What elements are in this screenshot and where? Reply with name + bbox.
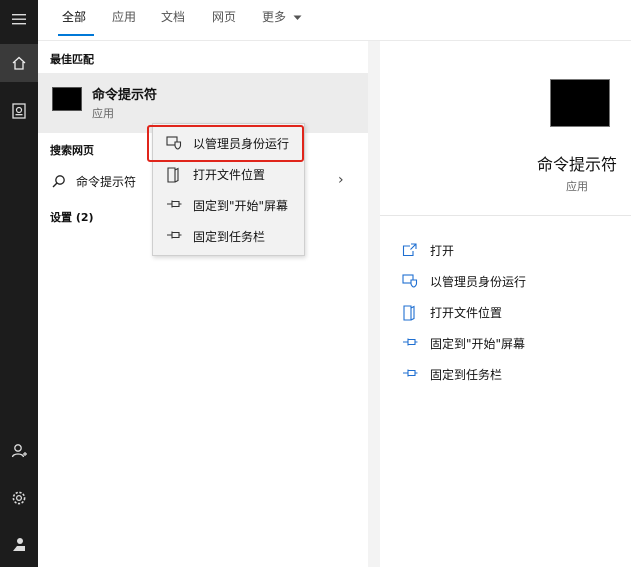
preview-title: 命令提示符 (537, 155, 618, 174)
results-pane: 最佳匹配 命令提示符 应用 搜索网页 命令提示符 › 设置 (2) (38, 41, 368, 567)
action-pin-to-taskbar[interactable]: 固定到任务栏 (380, 362, 631, 388)
account-icon[interactable] (0, 432, 38, 470)
action-pin-to-taskbar-label: 固定到任务栏 (430, 368, 503, 382)
action-open-file-location[interactable]: 打开文件位置 (380, 300, 631, 326)
home-icon[interactable] (0, 44, 38, 82)
open-icon (402, 243, 417, 257)
preview-divider (380, 215, 631, 216)
left-rail (0, 0, 38, 567)
web-heading: 搜索网页 (50, 144, 94, 157)
action-pin-to-start-label: 固定到"开始"屏幕 (430, 337, 526, 351)
highlight-annotation-box (147, 125, 304, 162)
tab-documents[interactable]: 文档 (161, 8, 185, 25)
cmd-app-icon (52, 87, 82, 111)
search-tabs: 全部 应用 文档 网页 更多 (38, 0, 631, 40)
best-match-heading: 最佳匹配 (50, 53, 94, 66)
chevron-right-icon[interactable]: › (338, 172, 344, 188)
tab-all[interactable]: 全部 (62, 8, 86, 25)
active-tab-indicator (58, 34, 94, 36)
shield-run-icon (402, 274, 418, 288)
user-avatar-icon[interactable] (0, 525, 38, 563)
tab-more[interactable]: 更多 (262, 8, 302, 25)
preview-pane: 命令提示符 应用 打开 以管理员身份运行 打开文件位置 固定到"开始"屏幕 固定… (380, 41, 631, 567)
preview-subtitle: 应用 (566, 180, 588, 193)
ctx-pin-to-start-label: 固定到"开始"屏幕 (193, 199, 289, 213)
ctx-pin-to-taskbar-label: 固定到任务栏 (193, 230, 266, 244)
cmd-app-large-icon (550, 79, 610, 127)
web-query-text: 命令提示符 (76, 175, 137, 189)
documents-icon[interactable] (0, 92, 38, 130)
ctx-open-file-location-label: 打开文件位置 (193, 168, 266, 182)
action-pin-to-start[interactable]: 固定到"开始"屏幕 (380, 331, 631, 357)
ctx-pin-to-start[interactable]: 固定到"开始"屏幕 (153, 190, 304, 220)
pane-gutter (368, 41, 380, 567)
search-icon (52, 175, 65, 188)
action-open-label: 打开 (430, 244, 455, 258)
pin-icon (167, 231, 182, 239)
pin-icon (403, 338, 418, 346)
action-open[interactable]: 打开 (380, 238, 631, 264)
chevron-down-icon (293, 15, 302, 20)
tab-web[interactable]: 网页 (212, 8, 236, 25)
ctx-open-file-location[interactable]: 打开文件位置 (153, 159, 304, 189)
best-match-title: 命令提示符 (92, 88, 158, 103)
action-open-file-location-label: 打开文件位置 (430, 306, 503, 320)
best-match-subtitle: 应用 (92, 107, 114, 120)
pin-icon (167, 200, 182, 208)
ctx-pin-to-taskbar[interactable]: 固定到任务栏 (153, 221, 304, 251)
action-run-as-admin[interactable]: 以管理员身份运行 (380, 269, 631, 295)
folder-location-icon (403, 305, 415, 321)
tab-more-label: 更多 (262, 10, 287, 24)
settings-gear-icon[interactable] (0, 479, 38, 517)
folder-location-icon (167, 167, 179, 183)
action-run-as-admin-label: 以管理员身份运行 (430, 275, 527, 289)
settings-heading[interactable]: 设置 (2) (50, 209, 94, 225)
pin-icon (403, 369, 418, 377)
tab-apps[interactable]: 应用 (112, 8, 136, 25)
menu-icon[interactable] (0, 0, 38, 38)
